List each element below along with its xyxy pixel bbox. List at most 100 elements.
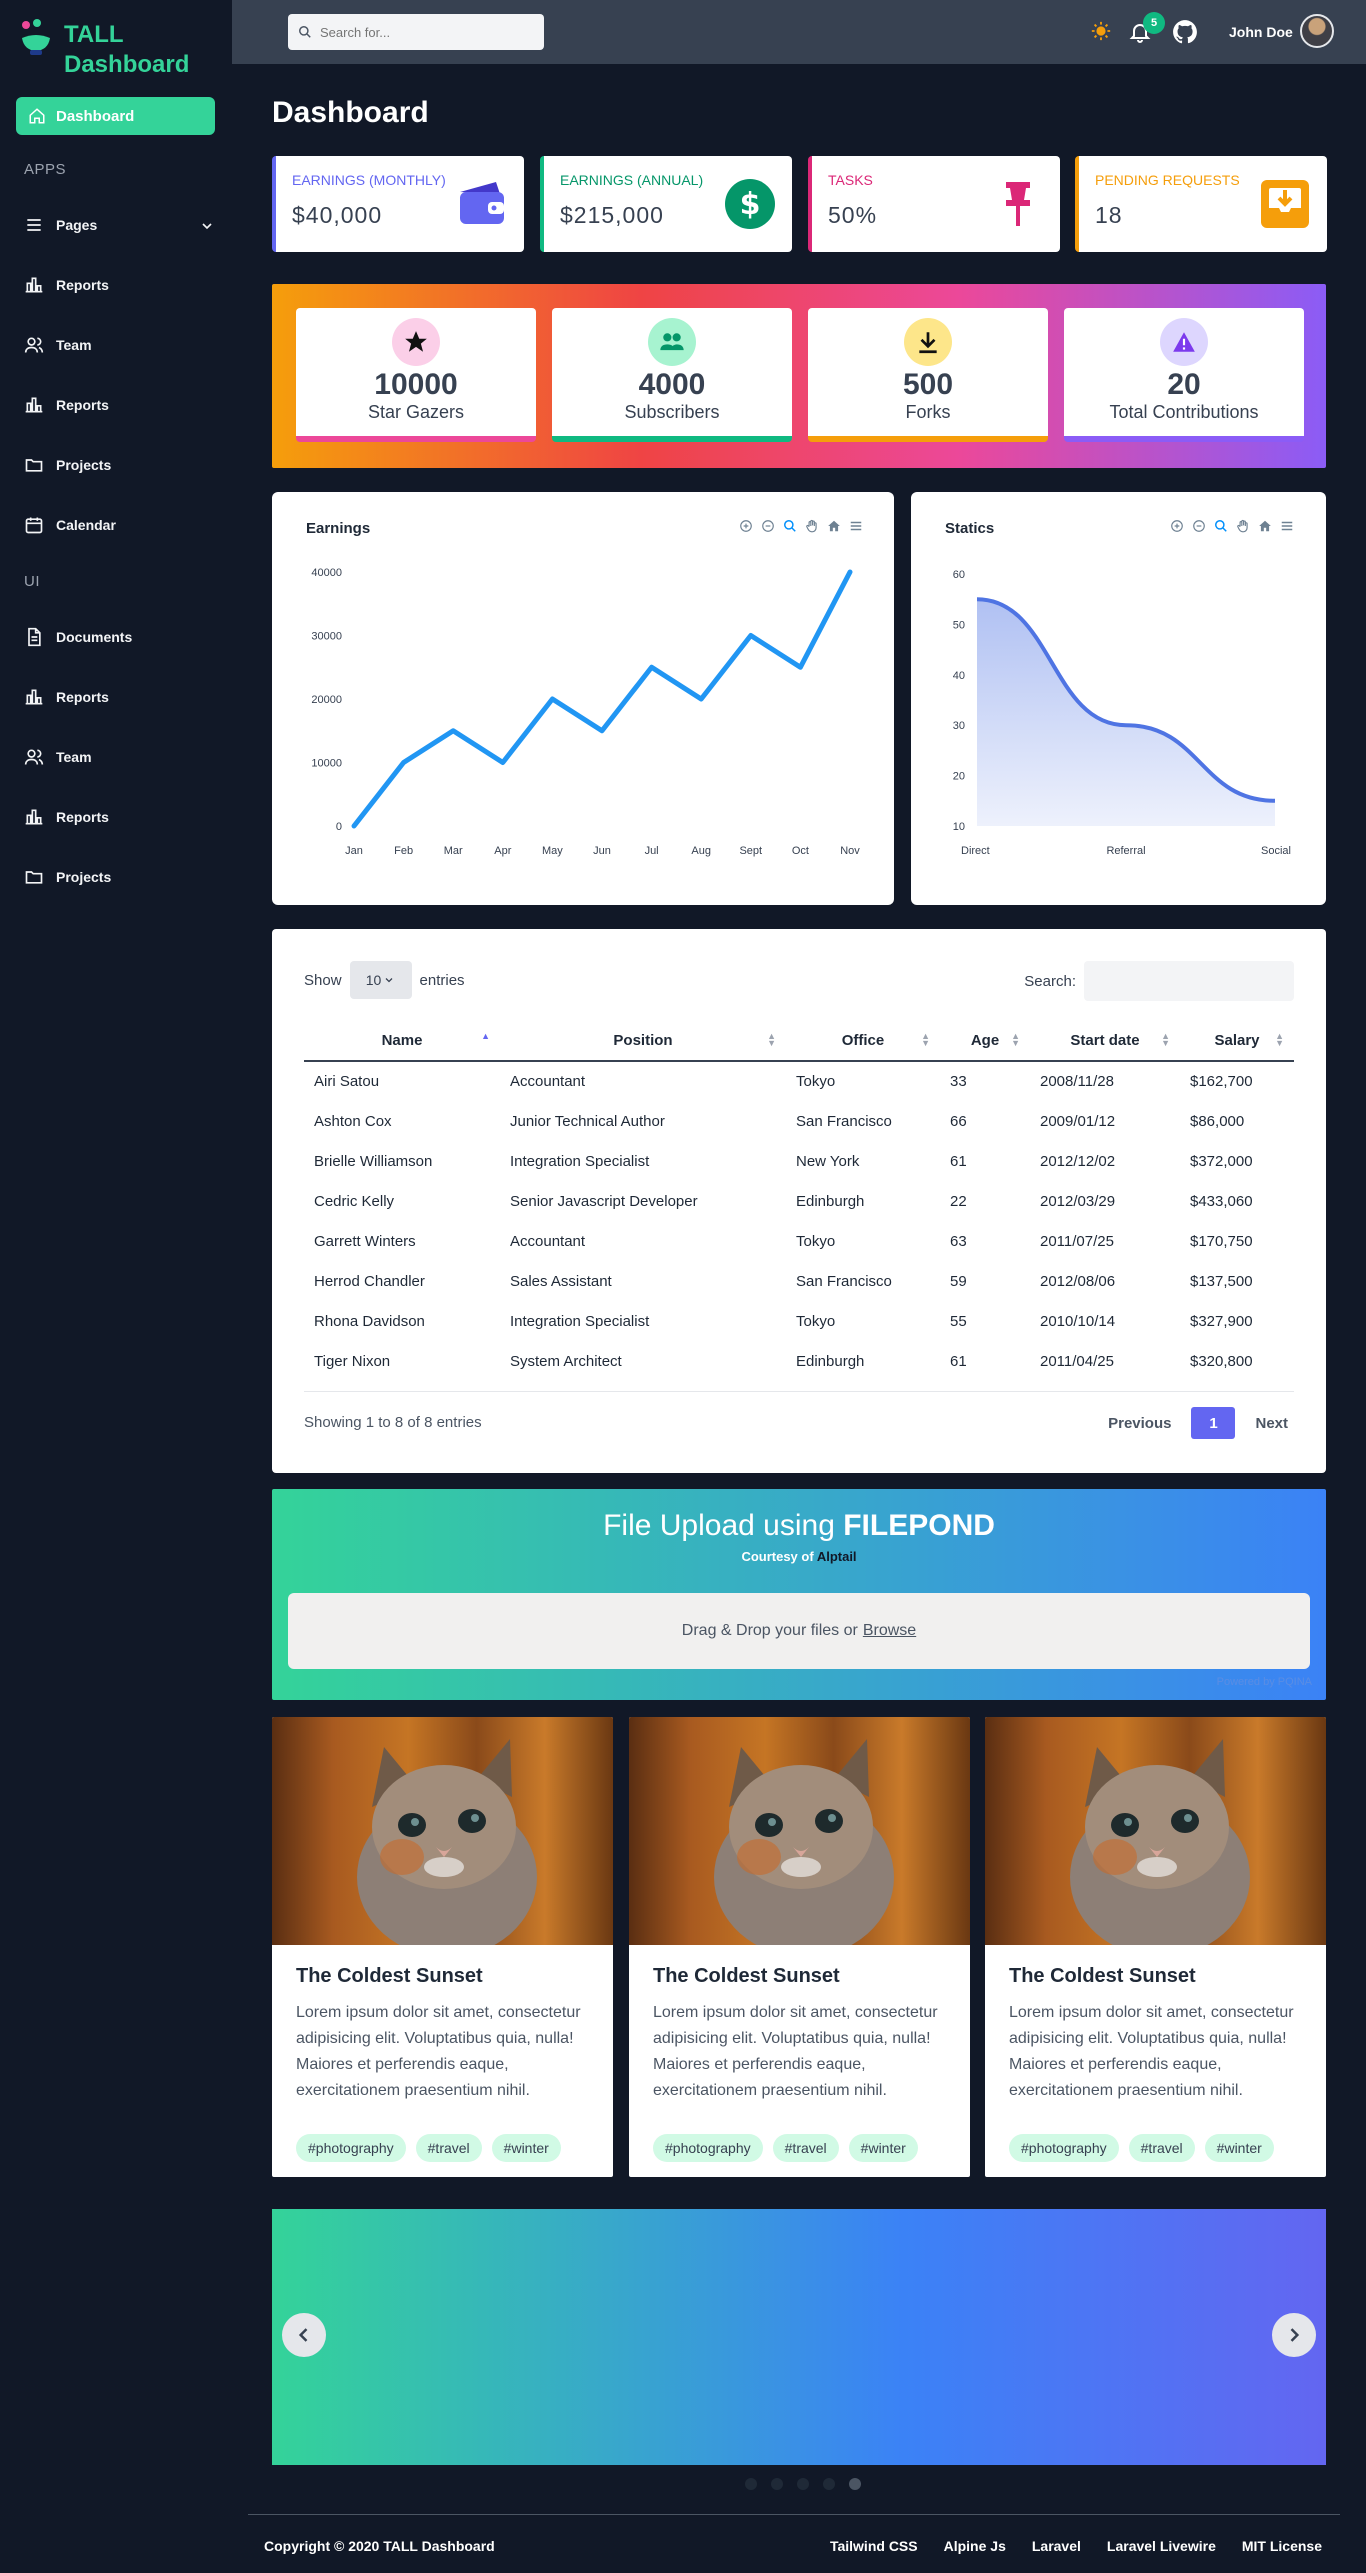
calendar-icon [25,517,43,534]
table-cell: Accountant [510,1073,586,1090]
footer-link-tailwind[interactable]: Tailwind CSS [830,2538,918,2554]
carousel-next-button[interactable] [1272,2313,1316,2357]
sidebar-item-ui-reports[interactable]: Reports [24,682,219,712]
tag[interactable]: #photography [296,2134,406,2162]
sidebar-item-ui-team[interactable]: Team [24,742,219,772]
tag[interactable]: #winter [491,2134,561,2162]
sort-icon: ▲ ▼ [921,1031,930,1048]
browse-link[interactable]: Browse [863,1622,916,1640]
tag[interactable]: #winter [1204,2134,1274,2162]
logo[interactable]: TALL Dashboard [18,16,228,82]
previous-button[interactable]: Previous [1102,1415,1177,1432]
chevron-down-icon [385,978,393,983]
carousel-dot[interactable] [745,2478,757,2490]
page-button-1[interactable]: 1 [1191,1407,1236,1439]
blog-text: Lorem ipsum dolor sit amet, consectetur … [296,2004,581,2099]
github-icon[interactable] [1172,19,1198,45]
sidebar-item-team[interactable]: Team [24,330,219,360]
carousel [272,2209,1326,2465]
table-cell: $137,500 [1190,1272,1253,1290]
table-cell: 2012/03/29 [1040,1192,1116,1210]
blog-text: Lorem ipsum dolor sit amet, consectetur … [653,2004,938,2099]
table-row: Cedric Kelly Senior Javascript Developer E… [304,1181,1294,1221]
table-cell: 59 [950,1272,967,1290]
column-label: Start date [1070,1032,1140,1049]
table-cell: New York [796,1152,860,1170]
table-cell: San Francisco [796,1112,892,1130]
pagination: Previous 1 Next [1102,1407,1294,1439]
blog-card: The Coldest Sunset Lorem ipsum dolor sit… [272,1717,613,2177]
column-header-age[interactable]: Age ▲ ▼ [940,1021,1030,1062]
sidebar-item-ui-reports-2[interactable]: Reports [24,802,219,832]
table-cell: 2009/01/12 [1040,1112,1116,1130]
footer-link-alpine[interactable]: Alpine Js [944,2538,1006,2554]
table-cell: 33 [950,1073,967,1090]
notification-badge: 5 [1143,12,1165,34]
footer-link-livewire[interactable]: Laravel Livewire [1107,2538,1216,2554]
column-header-position[interactable]: Position ▲ ▼ [500,1021,786,1062]
sidebar-item-dashboard[interactable]: Dashboard [16,97,215,135]
table-cell: 55 [950,1312,967,1330]
file-upload-panel: File Upload using FILEPOND Courtesy of A… [272,1489,1326,1700]
next-button[interactable]: Next [1249,1415,1294,1432]
column-header-name[interactable]: Name ▲ [304,1021,500,1062]
sidebar-item-projects[interactable]: Projects [24,450,219,480]
avatar[interactable] [1300,14,1334,48]
carousel-prev-button[interactable] [282,2313,326,2357]
y-tick-label: 40000 [311,567,342,579]
sidebar-item-label: Projects [56,869,112,885]
user-name[interactable]: John Doe [1229,24,1293,40]
blog-body: The Coldest Sunset Lorem ipsum dolor sit… [272,1945,613,2177]
powered-by-link[interactable]: Powered by PQINA [1217,1676,1312,1688]
sidebar-item-label: Reports [56,277,109,293]
carousel-dot-active[interactable] [849,2478,861,2490]
sidebar-item-pages[interactable]: Pages [24,210,219,240]
upload-subtitle-strong[interactable]: Alptail [817,1549,857,1564]
table-cell: Edinburgh [796,1352,865,1370]
column-header-salary[interactable]: Salary ▲ ▼ [1180,1021,1294,1062]
column-label: Salary [1214,1032,1260,1049]
divider [304,1391,1294,1392]
table-row: Ashton Cox Junior Technical Author San Fra… [304,1101,1294,1141]
search-input[interactable] [320,24,530,40]
column-header-start-date[interactable]: Start date ▲ ▼ [1030,1021,1180,1062]
column-label: Name [381,1032,423,1049]
table-search-input[interactable] [1084,961,1294,1001]
series-line [351,569,853,829]
y-tick-label: 50 [953,619,965,631]
table-cell: Ashton Cox [314,1112,392,1130]
data-table-card: Show 10 entries Search: Name ▲ Position ▲ ▼… [272,929,1326,1473]
table-cell: 61 [950,1352,967,1370]
table-cell: 22 [950,1192,967,1210]
sidebar-item-calendar[interactable]: Calendar [24,510,219,540]
tag[interactable]: #photography [1009,2134,1119,2162]
blog-text: Lorem ipsum dolor sit amet, consectetur … [1009,2004,1294,2099]
tag[interactable]: #travel [772,2134,839,2162]
carousel-dot[interactable] [771,2478,783,2490]
tag[interactable]: #travel [1128,2134,1195,2162]
sidebar-item-reports[interactable]: Reports [24,270,219,300]
carousel-dot[interactable] [797,2478,809,2490]
dollar-icon: $ [724,178,776,230]
tag[interactable]: #photography [653,2134,763,2162]
file-drop-zone[interactable]: Drag & Drop your files or Browse [288,1593,1310,1669]
carousel-dot[interactable] [823,2478,835,2490]
sidebar-item-label: Team [56,749,92,765]
show-label: Show [304,971,342,989]
sidebar-item-documents[interactable]: Documents [24,622,219,652]
footer-link-laravel[interactable]: Laravel [1032,2538,1081,2554]
page-size-select[interactable]: 10 [349,961,412,999]
sidebar-item-reports-2[interactable]: Reports [24,390,219,420]
tag[interactable]: #travel [415,2134,482,2162]
sidebar-item-ui-projects[interactable]: Projects [24,862,219,892]
tag[interactable]: #winter [848,2134,918,2162]
table-cell: Integration Specialist [510,1152,650,1170]
table-cell: Integration Specialist [510,1312,650,1330]
y-tick-label: 10 [953,821,965,833]
x-tick-label: Nov [840,845,860,857]
drop-text: Drag & Drop your files or [681,1622,858,1639]
search-box[interactable] [288,14,544,50]
footer-link-license[interactable]: MIT License [1242,2538,1322,2554]
column-header-office[interactable]: Office ▲ ▼ [786,1021,940,1062]
sun-icon[interactable] [1090,20,1112,42]
